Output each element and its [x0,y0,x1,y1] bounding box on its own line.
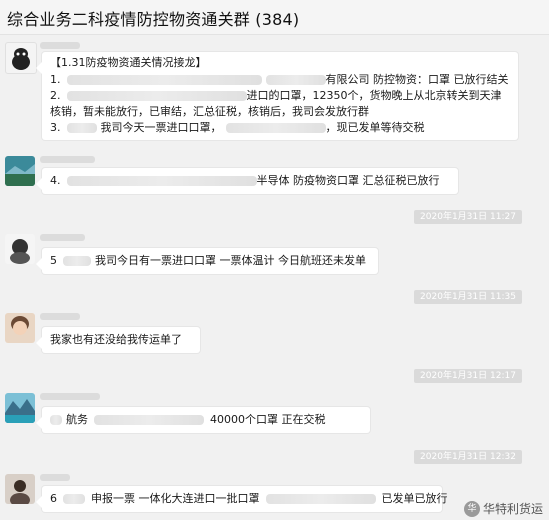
message-line: 1. 有限公司 防控物资：口罩 已放行结关 [50,73,509,86]
sender-name [40,234,85,241]
portrait-avatar-icon [5,313,35,343]
message-bubble[interactable]: 5 我司今日有一票进口口罩 一票体温计 今日航班还未发单 [36,248,378,274]
person-avatar-icon [5,474,35,504]
message-line: 5 我司今日有一票进口口罩 一票体温计 今日航班还未发单 [50,254,366,267]
message-bubble[interactable]: 4. 半导体 防疫物资口罩 汇总征税已放行 [36,168,458,194]
avatar[interactable] [5,474,35,504]
message-line: 我家也有还没给我传运单了 [50,333,182,346]
watermark-logo-icon: 华 [463,501,480,517]
avatar[interactable] [5,42,37,74]
sender-name [40,474,70,481]
sender-name [40,42,80,49]
message-line: 4. 半导体 防疫物资口罩 汇总征税已放行 [50,174,440,187]
sender-name [40,393,100,400]
message-bubble[interactable]: 航务 40000个口罩 正在交税 [36,407,370,433]
message-line: 3. 我司今天一票进口口罩， ，现已发单等待交税 [50,121,425,134]
message-line: 核销，暂未能放行，已审结，汇总征税，核销后，我司会发放行群 [50,105,369,118]
watermark-text: 华特利货运 [482,501,543,516]
avatar[interactable] [5,156,35,186]
message-line: 6 申报一票 一体化大连进口一批口罩 已发单已放行 [50,492,448,505]
cartoon-avatar-icon [5,234,35,264]
message-bubble[interactable]: 我家也有还没给我传运单了 [36,327,200,353]
sender-name [40,156,95,163]
timestamp: 2020年1月31日 11:27 [414,210,522,224]
message-line: 航务 40000个口罩 正在交税 [50,412,326,428]
watermark: 华华特利货运 [463,500,543,517]
timestamp: 2020年1月31日 11:35 [414,290,522,304]
lake-avatar-icon [5,393,35,423]
timestamp: 2020年1月31日 12:32 [414,450,522,464]
chat-title: 综合业务二科疫情防控物资通关群 (384) [7,10,300,29]
message-bubble[interactable]: 【1.31防疫物资通关情况接龙】 1. 有限公司 防控物资：口罩 已放行结关 2.… [36,52,518,140]
sender-name [40,313,80,320]
landscape-avatar-icon [5,156,35,186]
message-bubble[interactable]: 6 申报一票 一体化大连进口一批口罩 已发单已放行 [36,486,448,512]
chat-header: 综合业务二科疫情防控物资通关群 (384) [0,0,549,35]
message-line: 2. 进口的口罩，12350个，货物晚上从北京转关到天津 [50,89,502,102]
message-line: 【1.31防疫物资通关情况接龙】 [50,56,207,69]
avatar[interactable] [5,393,35,423]
pig-avatar-icon [12,48,30,70]
timestamp: 2020年1月31日 12:17 [414,369,522,383]
avatar[interactable] [5,234,35,264]
avatar[interactable] [5,313,35,343]
